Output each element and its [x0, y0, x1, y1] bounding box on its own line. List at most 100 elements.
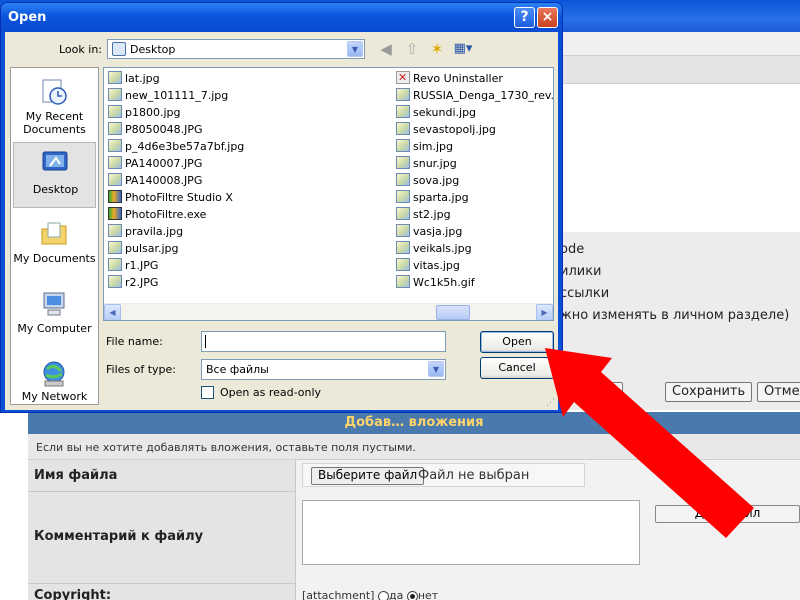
- file-item[interactable]: PA140007.JPG: [108, 155, 244, 172]
- up-folder-icon[interactable]: ⇧: [401, 39, 423, 59]
- image-file-icon: [396, 275, 410, 288]
- option-links[interactable]: ссылки: [560, 286, 609, 301]
- file-name-input[interactable]: [201, 331, 446, 352]
- computer-icon: [43, 292, 65, 316]
- file-name: PhotoFiltre.exe: [125, 208, 207, 221]
- horizontal-scrollbar[interactable]: ◀ ▶: [104, 303, 553, 320]
- place-my-documents[interactable]: My Documents: [13, 214, 96, 280]
- message-area: [560, 84, 800, 232]
- file-item[interactable]: pravila.jpg: [108, 223, 244, 240]
- file-name: sova.jpg: [413, 174, 460, 187]
- close-button[interactable]: ×: [537, 7, 558, 28]
- new-folder-icon[interactable]: ✶: [426, 39, 448, 59]
- place-my-recent-documents[interactable]: My Recent Documents: [13, 72, 96, 138]
- save-button[interactable]: Сохранить: [665, 382, 753, 402]
- file-item[interactable]: Wc1k5h.gif: [396, 274, 553, 291]
- dialog-title-bar[interactable]: Open ? ×: [1, 3, 562, 32]
- cancel-button[interactable]: Cancel: [480, 357, 554, 379]
- views-menu-icon[interactable]: ▦▾: [450, 39, 476, 59]
- file-item[interactable]: p1800.jpg: [108, 104, 244, 121]
- option-signature[interactable]: жно изменять в личном разделе): [560, 308, 789, 323]
- file-item[interactable]: PhotoFiltre.exe: [108, 206, 244, 223]
- place-label: My Computer: [17, 322, 92, 335]
- look-in-dropdown[interactable]: Desktop ▼: [107, 39, 365, 59]
- chevron-down-icon[interactable]: ▼: [428, 361, 444, 377]
- help-button[interactable]: ?: [514, 7, 535, 28]
- image-file-icon: [396, 156, 410, 169]
- preview-button[interactable]: авить: [567, 382, 623, 402]
- image-file-icon: [108, 258, 122, 271]
- image-file-icon: [396, 224, 410, 237]
- file-name: sevastopolj.jpg: [413, 123, 496, 136]
- files-of-type-dropdown[interactable]: Все файлы ▼: [201, 359, 446, 380]
- comment-label: Комментарий к файлу: [28, 492, 296, 584]
- attachments-table: Имя файла Выберите файл Файл не выбран К…: [28, 460, 800, 600]
- file-item[interactable]: r2.JPG: [108, 274, 244, 291]
- choose-file-button[interactable]: Выберите файл: [311, 467, 425, 485]
- attachments-hint: Если вы не хотите добавлять вложения, ос…: [28, 434, 800, 460]
- image-file-icon: [108, 275, 122, 288]
- image-file-icon: [108, 139, 122, 152]
- resize-grip-icon[interactable]: ⋰: [546, 398, 556, 408]
- scroll-thumb[interactable]: [436, 305, 470, 320]
- file-list: lat.jpg new_101111_7.jpg p1800.jpg P8050048…: [103, 67, 554, 321]
- place-desktop[interactable]: Desktop: [13, 142, 96, 208]
- file-item[interactable]: veikals.jpg: [396, 240, 553, 257]
- file-item[interactable]: Revo Uninstaller: [396, 69, 553, 87]
- image-file-icon: [108, 224, 122, 237]
- file-name: r1.JPG: [125, 259, 159, 272]
- place-my-network[interactable]: My Network: [13, 354, 96, 404]
- chevron-down-icon[interactable]: ▼: [347, 41, 363, 57]
- radio-yes[interactable]: [377, 590, 389, 600]
- file-item[interactable]: PA140008.JPG: [108, 172, 244, 189]
- file-item[interactable]: P8050048.JPG: [108, 121, 244, 138]
- file-item[interactable]: sekundi.jpg: [396, 104, 553, 121]
- file-name: vitas.jpg: [413, 259, 460, 272]
- radio-no[interactable]: [406, 590, 418, 600]
- cancel-form-button[interactable]: Отме: [757, 382, 800, 402]
- file-item[interactable]: new_101111_7.jpg: [108, 87, 244, 104]
- places-bar: My Recent Documents Desktop My Documents: [10, 67, 99, 405]
- file-item[interactable]: PhotoFiltre Studio X: [108, 189, 244, 206]
- file-item[interactable]: vasja.jpg: [396, 223, 553, 240]
- place-label: My Recent Documents: [23, 110, 86, 136]
- file-item[interactable]: sim.jpg: [396, 138, 553, 155]
- uninstaller-icon: [396, 69, 410, 86]
- image-file-icon: [108, 122, 122, 135]
- copyright-label: Copyright:: [28, 584, 296, 600]
- read-only-checkbox[interactable]: [201, 386, 214, 399]
- file-name: P8050048.JPG: [125, 123, 203, 136]
- scroll-right-icon[interactable]: ▶: [536, 304, 553, 320]
- file-item[interactable]: RUSSIA_Denga_1730_rev.thu: [396, 87, 553, 104]
- file-item[interactable]: r1.JPG: [108, 257, 244, 274]
- filename-label: Имя файла: [28, 460, 296, 492]
- file-item[interactable]: lat.jpg: [108, 70, 244, 87]
- file-name: veikals.jpg: [413, 242, 472, 255]
- open-button[interactable]: Open: [480, 331, 554, 353]
- dialog-title: Open: [8, 10, 47, 25]
- back-icon[interactable]: ◀: [375, 39, 397, 59]
- file-item[interactable]: sova.jpg: [396, 172, 553, 189]
- image-file-icon: [108, 105, 122, 118]
- image-file-icon: [108, 71, 122, 84]
- file-item[interactable]: pulsar.jpg: [108, 240, 244, 257]
- file-item[interactable]: sevastopolj.jpg: [396, 121, 553, 138]
- file-name: sparta.jpg: [413, 191, 469, 204]
- add-file-button[interactable]: До… файл: [655, 505, 800, 523]
- file-item[interactable]: st2.jpg: [396, 206, 553, 223]
- image-file-icon: [108, 241, 122, 254]
- file-name: p_4d6e3be57a7bf.jpg: [125, 140, 245, 153]
- file-name: PA140007.JPG: [125, 157, 203, 170]
- option-bbcode[interactable]: ode: [560, 242, 584, 257]
- file-item[interactable]: sparta.jpg: [396, 189, 553, 206]
- comment-textarea[interactable]: [302, 500, 640, 565]
- file-item[interactable]: vitas.jpg: [396, 257, 553, 274]
- place-my-computer[interactable]: My Computer: [13, 284, 96, 350]
- file-item[interactable]: p_4d6e3be57a7bf.jpg: [108, 138, 244, 155]
- scroll-left-icon[interactable]: ◀: [104, 304, 121, 320]
- file-item[interactable]: snur.jpg: [396, 155, 553, 172]
- file-name-label: File name:: [106, 335, 163, 348]
- radio-no-label: нет: [417, 589, 439, 600]
- option-smilies[interactable]: илики: [560, 264, 602, 279]
- image-file-icon: [108, 88, 122, 101]
